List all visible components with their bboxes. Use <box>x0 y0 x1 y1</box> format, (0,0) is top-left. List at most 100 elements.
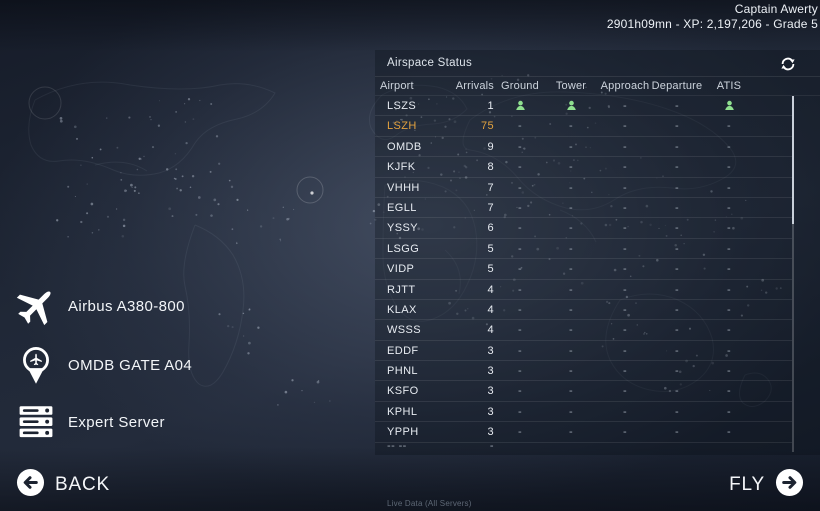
airport-code: KPHL <box>387 402 417 422</box>
arrivals-count: 7 <box>430 178 494 198</box>
airport-code: OMDB <box>387 137 422 157</box>
user-stats: 2901h09mn - XP: 2,197,206 - Grade 5 <box>607 17 818 31</box>
airport-code: -- -- <box>387 443 407 450</box>
airport-code: EDDF <box>387 341 419 361</box>
airspace-row-phnl[interactable]: PHNL3----- <box>375 361 792 381</box>
atc-status-departure: - <box>647 341 707 361</box>
airport-code: KSFO <box>387 381 419 401</box>
atc-status-tower: - <box>541 422 601 442</box>
arrivals-count: 1 <box>430 96 494 116</box>
atc-status-atis: - <box>699 178 759 198</box>
arrivals-count: 4 <box>430 280 494 300</box>
column-header-tower: Tower <box>541 77 601 96</box>
atc-status-tower: - <box>541 300 601 320</box>
arrivals-count: 3 <box>430 402 494 422</box>
live-data-caption: Live Data (All Servers) <box>387 499 472 508</box>
fly-button[interactable]: FLY <box>729 468 804 502</box>
refresh-icon[interactable] <box>780 56 796 72</box>
aircraft-selector[interactable]: Airbus A380-800 <box>13 284 185 328</box>
map-pin-airport-icon <box>13 340 59 390</box>
atc-status-atis: - <box>699 239 759 259</box>
arrivals-count: 4 <box>430 300 494 320</box>
atc-status-tower: - <box>541 116 601 136</box>
atc-status-tower: - <box>541 157 601 177</box>
atc-status-departure: - <box>647 137 707 157</box>
atc-status-atis: - <box>699 300 759 320</box>
atc-status-tower: - <box>541 218 601 238</box>
column-header-departure: Departure <box>647 77 707 96</box>
airspace-row-klax[interactable]: KLAX4----- <box>375 300 792 320</box>
atc-status-departure: - <box>647 239 707 259</box>
airspace-row-lszs[interactable]: LSZS1-- <box>375 96 792 116</box>
atc-status-atis: - <box>699 116 759 136</box>
panel-title-row: Airspace Status <box>375 50 820 77</box>
arrivals-count: 6 <box>430 218 494 238</box>
spawn-location-selector[interactable]: OMDB GATE A04 <box>13 340 192 390</box>
airspace-row-yssy[interactable]: YSSY6----- <box>375 218 792 238</box>
table-scrollbar[interactable] <box>792 96 794 452</box>
back-label: BACK <box>55 474 110 496</box>
atc-status-tower <box>541 96 601 116</box>
atc-status-approach: - <box>595 198 655 218</box>
arrivals-count: 3 <box>430 422 494 442</box>
back-button[interactable]: BACK <box>16 468 110 502</box>
arrivals-count: 9 <box>430 137 494 157</box>
atc-status-tower: - <box>541 341 601 361</box>
atc-status-departure: - <box>647 280 707 300</box>
airspace-row-rjtt[interactable]: RJTT4----- <box>375 280 792 300</box>
table-scrollbar-thumb[interactable] <box>792 96 794 224</box>
airspace-row-ksfo[interactable]: KSFO3----- <box>375 381 792 401</box>
atc-status-atis: - <box>699 137 759 157</box>
airspace-row-ypph[interactable]: YPPH3----- <box>375 422 792 442</box>
atc-status-tower: - <box>541 320 601 340</box>
airspace-row-kphl[interactable]: KPHL3----- <box>375 402 792 422</box>
atc-status-departure: - <box>647 320 707 340</box>
atc-status-atis: - <box>699 157 759 177</box>
arrivals-count: 75 <box>430 116 494 136</box>
server-label: Expert Server <box>68 414 165 431</box>
atc-status-tower: - <box>541 259 601 279</box>
airspace-row-egll[interactable]: EGLL7----- <box>375 198 792 218</box>
airspace-row-vhhh[interactable]: VHHH7----- <box>375 178 792 198</box>
airport-code: YSSY <box>387 218 418 238</box>
atc-status-departure: - <box>647 116 707 136</box>
atc-status-departure: - <box>647 259 707 279</box>
airport-code: RJTT <box>387 280 415 300</box>
atc-status-approach: - <box>595 239 655 259</box>
arrivals-count: 5 <box>430 239 494 259</box>
atc-status-approach: - <box>595 361 655 381</box>
airspace-row-lszh[interactable]: LSZH75----- <box>375 116 792 136</box>
airspace-row-wsss[interactable]: WSSS4----- <box>375 320 792 340</box>
atc-status-atis: - <box>699 218 759 238</box>
airport-code: PHNL <box>387 361 418 381</box>
atc-status-approach: - <box>595 300 655 320</box>
column-header-arrivals: Arrivals <box>430 77 494 96</box>
atc-status-departure: - <box>647 157 707 177</box>
airport-code: KLAX <box>387 300 417 320</box>
spawn-location-label: OMDB GATE A04 <box>68 357 192 374</box>
atc-status-approach: - <box>595 96 655 116</box>
airspace-row-clipped: -- --- <box>375 443 792 450</box>
airspace-row-omdb[interactable]: OMDB9----- <box>375 137 792 157</box>
atc-status-atis: - <box>699 361 759 381</box>
airport-code: KJFK <box>387 157 416 177</box>
atc-status-atis: - <box>699 402 759 422</box>
atc-status-atis: - <box>699 381 759 401</box>
arrivals-count: 4 <box>430 320 494 340</box>
atc-status-atis: - <box>699 198 759 218</box>
airport-code: LSGG <box>387 239 419 259</box>
airspace-row-vidp[interactable]: VIDP5----- <box>375 259 792 279</box>
airspace-row-kjfk[interactable]: KJFK8----- <box>375 157 792 177</box>
atc-status-departure: - <box>647 218 707 238</box>
airspace-row-lsgg[interactable]: LSGG5----- <box>375 239 792 259</box>
atc-status-atis: - <box>699 259 759 279</box>
airspace-row-eddf[interactable]: EDDF3----- <box>375 341 792 361</box>
table-rows: LSZS1--LSZH75-----OMDB9-----KJFK8-----VH… <box>375 96 820 451</box>
server-icon <box>13 401 59 443</box>
arrivals-count: 5 <box>430 259 494 279</box>
atc-status-atis: - <box>699 280 759 300</box>
server-selector[interactable]: Expert Server <box>13 401 165 443</box>
atc-status-tower: - <box>541 280 601 300</box>
atc-status-departure: - <box>647 198 707 218</box>
airport-code: YPPH <box>387 422 419 442</box>
